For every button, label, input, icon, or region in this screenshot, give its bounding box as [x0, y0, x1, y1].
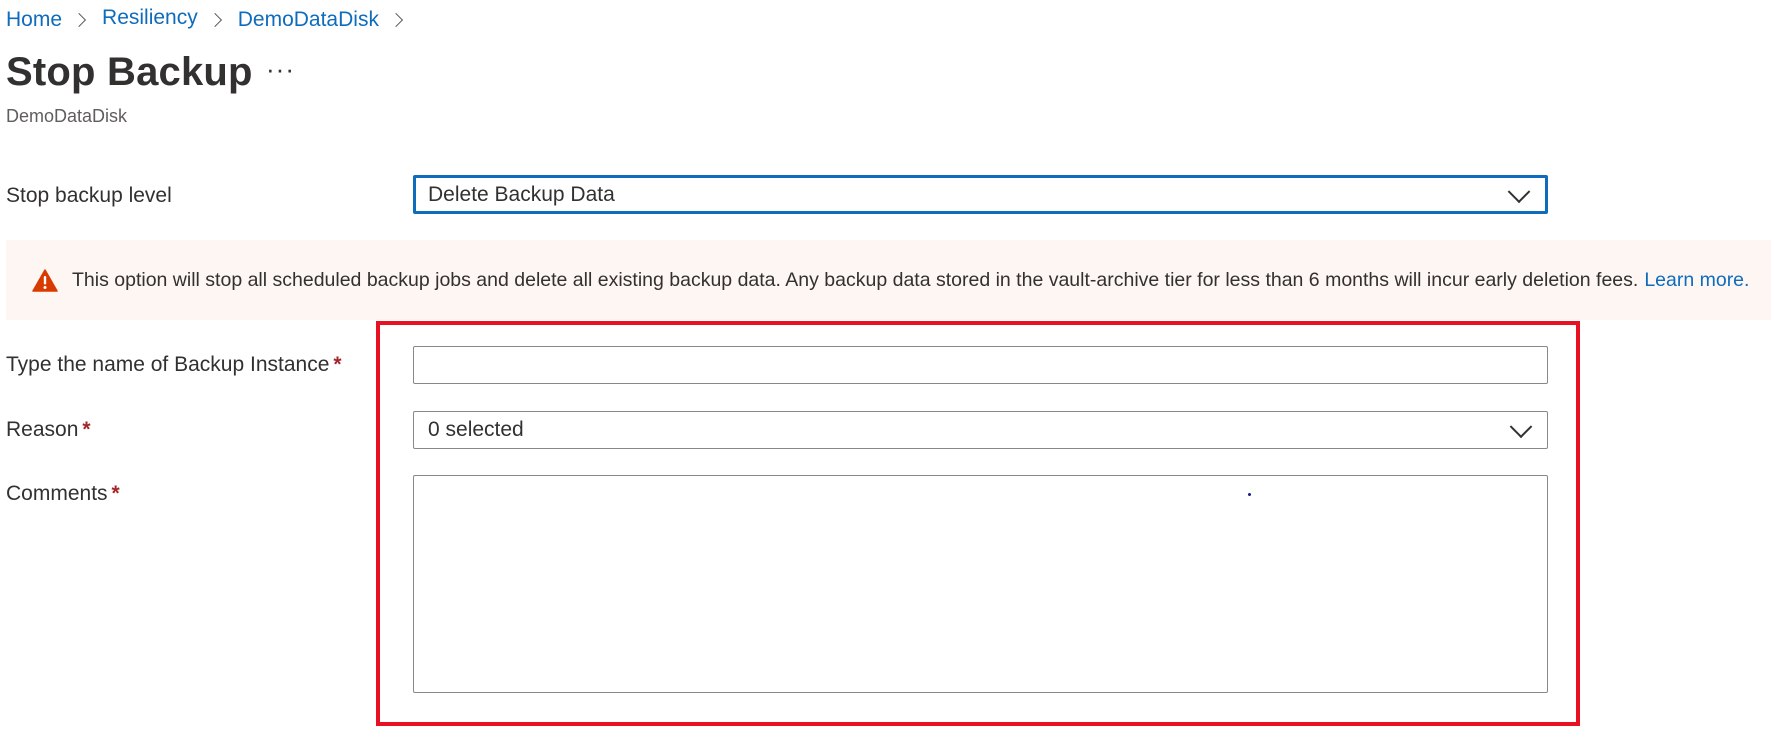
- stop-backup-level-label: Stop backup level: [6, 184, 172, 207]
- instance-name-input[interactable]: [413, 346, 1548, 384]
- page-title: Stop Backup: [6, 50, 253, 94]
- required-mark: *: [111, 482, 120, 505]
- more-options-button[interactable]: ···: [266, 56, 295, 82]
- required-mark: *: [333, 353, 342, 376]
- comments-label-text: Comments: [6, 482, 108, 505]
- chevron-down-icon: [1509, 415, 1533, 439]
- chevron-right-icon: [71, 12, 87, 28]
- reason-value: 0 selected: [428, 418, 524, 441]
- reason-label: Reason *: [6, 418, 91, 442]
- chevron-right-icon: [388, 12, 404, 28]
- comments-label: Comments *: [6, 482, 120, 506]
- breadcrumb: Home Resiliency DemoDataDisk: [6, 6, 419, 32]
- comments-textarea[interactable]: [413, 475, 1548, 693]
- stop-backup-level-value: Delete Backup Data: [428, 182, 615, 206]
- reason-label-text: Reason: [6, 418, 79, 441]
- instance-name-label-text: Type the name of Backup Instance: [6, 353, 330, 376]
- breadcrumb-demodatadisk[interactable]: DemoDataDisk: [238, 8, 379, 32]
- chevron-right-icon: [207, 12, 222, 28]
- warning-triangle-icon: [32, 268, 58, 292]
- instance-name-label: Type the name of Backup Instance *: [6, 353, 342, 377]
- warning-banner: This option will stop all scheduled back…: [6, 240, 1771, 320]
- learn-more-link[interactable]: Learn more.: [1644, 269, 1749, 292]
- breadcrumb-resiliency[interactable]: Resiliency: [102, 6, 198, 30]
- stop-backup-level-dropdown[interactable]: Delete Backup Data: [413, 175, 1548, 214]
- warning-text: This option will stop all scheduled back…: [72, 268, 1639, 291]
- page-subtitle: DemoDataDisk: [6, 106, 128, 126]
- reason-dropdown[interactable]: 0 selected: [413, 411, 1548, 449]
- chevron-down-icon: [1507, 179, 1531, 203]
- required-mark: *: [82, 418, 91, 441]
- cursor-dot: [1248, 493, 1251, 496]
- breadcrumb-home[interactable]: Home: [6, 8, 62, 32]
- stop-backup-page: Home Resiliency DemoDataDisk Stop Backup…: [0, 0, 1771, 754]
